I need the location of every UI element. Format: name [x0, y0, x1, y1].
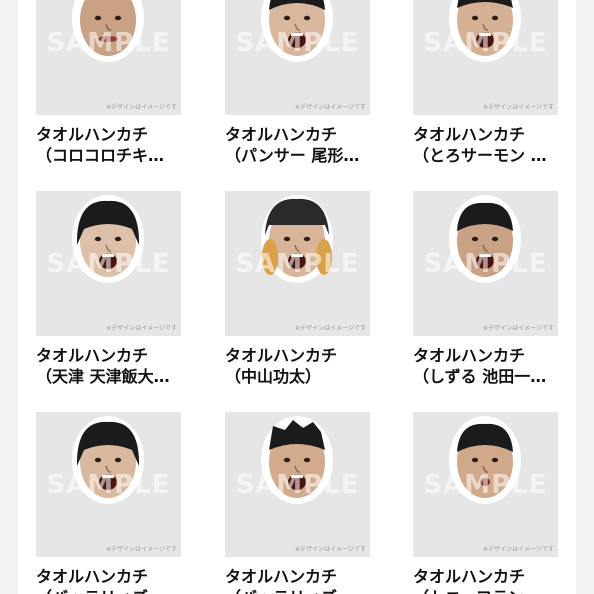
product-subtitle[interactable]: （トニーフラン…	[413, 587, 563, 594]
design-note: ※デザインはイメージです	[295, 546, 366, 553]
product-subtitle[interactable]: （パンサー 尾形…	[225, 145, 375, 166]
design-note: ※デザインはイメージです	[295, 104, 366, 111]
design-note: ※デザインはイメージです	[106, 325, 177, 332]
product-card[interactable]: SAMPLE ※デザインはイメージですタオルハンカチ （天津 天津飯大…	[36, 191, 186, 387]
product-image[interactable]: SAMPLE ※デザインはイメージです	[36, 0, 181, 115]
product-card[interactable]: SAMPLE ※デザインはイメージですタオルハンカチ （しずる 池田一…	[413, 191, 563, 387]
face-sticker-image	[72, 195, 144, 283]
product-title[interactable]: タオルハンカチ	[36, 124, 186, 145]
product-grid-panel: SAMPLE ※デザインはイメージです タオルハンカチ （コロコロチキ… SAMPLE ※…	[18, 0, 576, 594]
product-card[interactable]: SAMPLE※デザインはイメージですタオルハンカチ（バッテリィズ…	[36, 412, 186, 594]
face-sticker-image	[261, 0, 333, 62]
product-title[interactable]: タオルハンカチ	[36, 566, 186, 587]
product-title[interactable]: タオルハンカチ	[225, 566, 375, 587]
product-card[interactable]: SAMPLE ※デザインはイメージですタオルハンカチ （とろサーモン …	[413, 0, 563, 166]
product-title[interactable]: タオルハンカチ	[413, 345, 563, 366]
product-subtitle[interactable]: （バッテリィズ…	[225, 587, 375, 594]
face-sticker-image	[72, 0, 144, 62]
product-card[interactable]: SAMPLE※デザインはイメージですタオルハンカチ（バッテリィズ…	[225, 412, 375, 594]
product-title[interactable]: タオルハンカチ	[225, 124, 375, 145]
product-title[interactable]: タオルハンカチ	[413, 124, 563, 145]
design-note: ※デザインはイメージです	[106, 546, 177, 553]
face-sticker-image	[261, 416, 333, 504]
face-sticker-image	[261, 195, 333, 283]
product-image[interactable]: SAMPLE ※デザインはイメージです	[225, 191, 370, 336]
product-title[interactable]: タオルハンカチ	[413, 566, 563, 587]
product-image[interactable]: SAMPLE ※デザインはイメージです	[413, 412, 558, 557]
product-subtitle[interactable]: （バッテリィズ…	[36, 587, 186, 594]
face-sticker-image	[72, 416, 144, 504]
product-card[interactable]: SAMPLE※デザインはイメージですタオルハンカチ（トニーフラン…	[413, 412, 563, 594]
product-subtitle[interactable]: （天津 天津飯大…	[36, 366, 186, 387]
product-image[interactable]: SAMPLE ※デザインはイメージです	[36, 412, 181, 557]
product-subtitle[interactable]: （とろサーモン …	[413, 145, 563, 166]
product-subtitle[interactable]: （中山功太）	[225, 366, 375, 387]
product-card[interactable]: SAMPLE ※デザインはイメージですタオルハンカチ （パンサー 尾形…	[225, 0, 375, 166]
product-card[interactable]: SAMPLE ※デザインはイメージですタオルハンカチ （コロコロチキ…	[36, 0, 186, 166]
design-note: ※デザインはイメージです	[483, 104, 554, 111]
product-title[interactable]: タオルハンカチ	[225, 345, 375, 366]
design-note: ※デザインはイメージです	[483, 325, 554, 332]
design-note: ※デザインはイメージです	[106, 104, 177, 111]
product-subtitle[interactable]: （しずる 池田一…	[413, 366, 563, 387]
face-sticker-image	[449, 0, 521, 62]
product-image[interactable]: SAMPLE ※デザインはイメージです	[413, 191, 558, 336]
product-image[interactable]: SAMPLE ※デザインはイメージです	[413, 0, 558, 115]
product-image[interactable]: SAMPLE ※デザインはイメージです	[36, 191, 181, 336]
product-grid-page: SAMPLE ※デザインはイメージです タオルハンカチ （コロコロチキ… SAMPLE ※…	[0, 0, 594, 594]
face-sticker-image	[449, 416, 521, 504]
design-note: ※デザインはイメージです	[295, 325, 366, 332]
design-note: ※デザインはイメージです	[483, 546, 554, 553]
face-sticker-image	[449, 195, 521, 283]
product-title[interactable]: タオルハンカチ	[36, 345, 186, 366]
product-card[interactable]: SAMPLE ※デザインはイメージですタオルハンカチ （中山功太）	[225, 191, 375, 387]
product-image[interactable]: SAMPLE ※デザインはイメージです	[225, 0, 370, 115]
product-image[interactable]: SAMPLE ※デザインはイメージです	[225, 412, 370, 557]
product-subtitle[interactable]: （コロコロチキ…	[36, 145, 186, 166]
